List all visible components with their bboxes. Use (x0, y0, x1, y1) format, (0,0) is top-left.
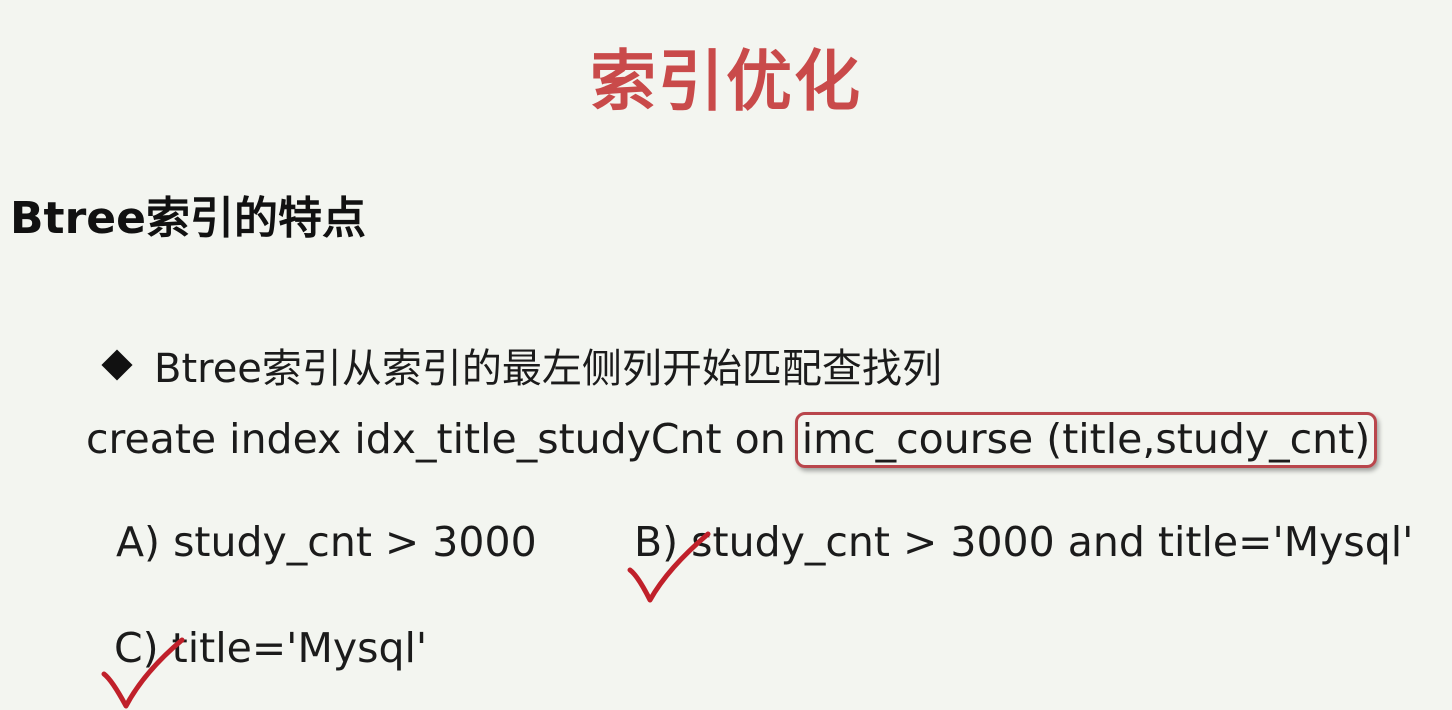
bullet-text: Btree索引从索引的最左侧列开始匹配查找列 (154, 346, 942, 392)
diamond-bullet-icon (101, 349, 133, 381)
slide: 索引优化 Btree索引的特点 Btree索引从索引的最左侧列开始匹配查找列 c… (0, 0, 1452, 709)
option-c: C) title='Mysql' (114, 624, 428, 672)
option-b: B) study_cnt > 3000 and title='Mysql' (634, 518, 1414, 566)
slide-title: 索引优化 (590, 43, 862, 120)
highlighted-columns-box: imc_course (title,study_cnt) (794, 412, 1378, 468)
sql-statement: create index idx_title_studyCnt on imc_c… (86, 412, 1378, 468)
section-heading: Btree索引的特点 (10, 193, 366, 244)
highlighted-columns: imc_course (title,study_cnt) (801, 415, 1371, 463)
option-a: A) study_cnt > 3000 (116, 518, 537, 566)
bullet-point: Btree索引从索引的最左侧列开始匹配查找列 (101, 336, 942, 394)
sql-prefix: create index idx_title_studyCnt on (86, 415, 799, 463)
